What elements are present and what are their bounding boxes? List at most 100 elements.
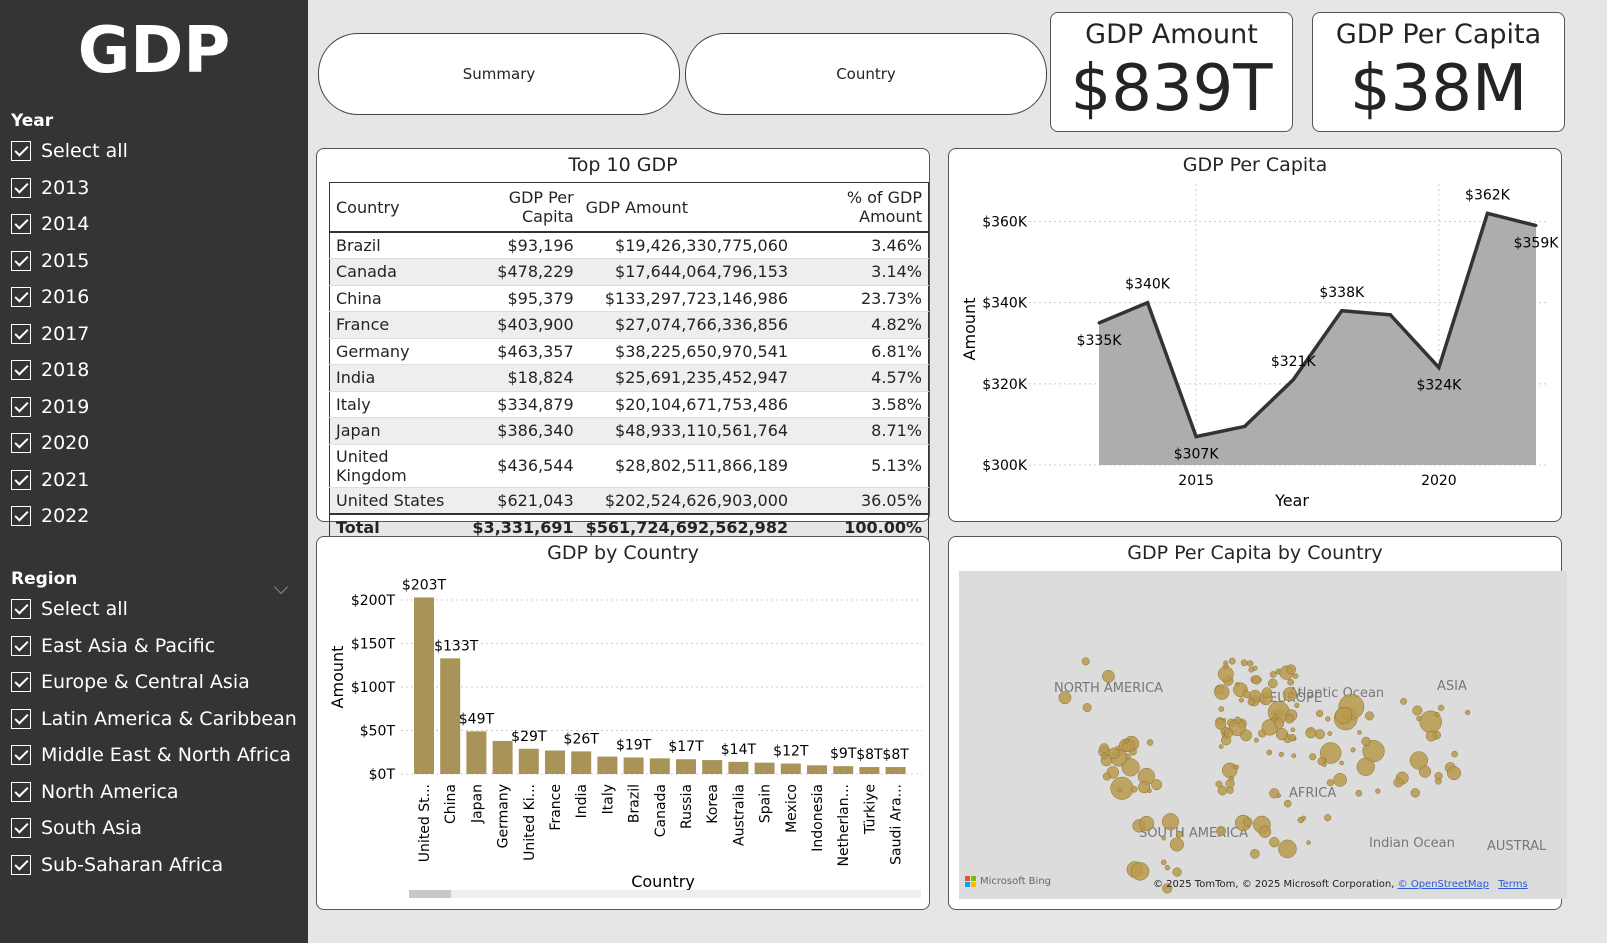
country-bubble[interactable] — [1240, 659, 1248, 667]
country-bubble[interactable] — [1221, 762, 1238, 779]
checkbox-checked-icon[interactable] — [11, 214, 31, 235]
slicer-item[interactable]: 2013 — [11, 170, 128, 207]
country-bubble[interactable] — [1416, 716, 1422, 722]
country-bubble[interactable] — [1301, 815, 1307, 821]
country-bubble[interactable] — [1250, 849, 1260, 859]
country-bubble[interactable] — [1228, 657, 1236, 665]
country-bubble[interactable] — [1267, 678, 1278, 689]
country-bubble[interactable] — [1110, 776, 1134, 800]
slicer-item[interactable]: 2022 — [11, 498, 128, 535]
checkbox-checked-icon[interactable] — [11, 745, 31, 766]
country-bubble[interactable] — [1278, 751, 1284, 758]
country-bubble[interactable] — [1234, 716, 1242, 724]
country-bubble[interactable] — [1124, 753, 1132, 760]
country-bubble[interactable] — [1306, 840, 1311, 845]
country-bubble[interactable] — [1258, 825, 1272, 838]
country-bubble[interactable] — [1282, 687, 1298, 702]
country-bubble[interactable] — [1151, 779, 1163, 791]
country-bubble[interactable] — [1138, 815, 1155, 832]
slicer-item[interactable]: 2020 — [11, 425, 128, 462]
country-bubble[interactable] — [1217, 785, 1228, 796]
country-bubble[interactable] — [1333, 773, 1347, 787]
country-bubble[interactable] — [1412, 705, 1423, 716]
slicer-item[interactable]: 2019 — [11, 389, 128, 426]
table-row[interactable]: France $403,900 $27,074,766,336,856 4.82% — [329, 311, 929, 339]
country-bubble[interactable] — [1273, 714, 1278, 720]
country-bubble[interactable] — [1410, 788, 1420, 798]
country-bubble[interactable] — [1284, 714, 1295, 724]
slicer-item[interactable]: 2018 — [11, 352, 128, 389]
country-bubble[interactable] — [1355, 789, 1363, 797]
country-bubble[interactable] — [1172, 867, 1182, 877]
col-header[interactable]: GDP Amount — [579, 182, 795, 233]
col-header[interactable]: Country — [329, 182, 453, 233]
country-bubble[interactable] — [1434, 711, 1440, 717]
country-bubble[interactable] — [1285, 664, 1297, 675]
table-row[interactable]: India $18,824 $25,691,235,452,947 4.57% — [329, 364, 929, 392]
country-bubble[interactable] — [1375, 788, 1381, 794]
country-bubble[interactable] — [1425, 730, 1437, 742]
checkbox-checked-icon[interactable] — [11, 818, 31, 839]
checkbox-checked-icon[interactable] — [11, 323, 31, 344]
country-bubble[interactable] — [1464, 709, 1471, 716]
country-bubble[interactable] — [1121, 758, 1140, 777]
checkbox-checked-icon[interactable] — [11, 708, 31, 729]
country-bubble[interactable] — [1314, 729, 1325, 740]
checkbox-checked-icon[interactable] — [11, 469, 31, 490]
checkbox-checked-icon[interactable] — [11, 672, 31, 693]
checkbox-checked-icon[interactable] — [11, 396, 31, 417]
country-bubble[interactable] — [1161, 813, 1179, 831]
country-bubble[interactable] — [1292, 673, 1299, 679]
table-row[interactable]: Germany $463,357 $38,225,650,970,541 6.81% — [329, 338, 929, 365]
slicer-item[interactable]: Middle East & North Africa — [11, 737, 297, 774]
country-bubble[interactable] — [1246, 660, 1254, 667]
slicer-item[interactable]: Select all — [11, 133, 128, 170]
table-row[interactable]: Brazil $93,196 $19,426,330,775,060 3.46% — [329, 232, 929, 259]
country-bubble[interactable] — [1278, 839, 1297, 859]
country-bubble[interactable] — [1248, 666, 1255, 673]
checkbox-checked-icon[interactable] — [11, 506, 31, 527]
country-bubble[interactable] — [1266, 749, 1273, 756]
country-bubble[interactable] — [1290, 727, 1296, 733]
country-bubble[interactable] — [1324, 814, 1332, 822]
country-bubble[interactable] — [1226, 786, 1234, 794]
country-bubble[interactable] — [1082, 703, 1092, 713]
table-row[interactable]: United States $621,043 $202,524,626,903,00… — [329, 487, 929, 514]
country-bubble[interactable] — [1252, 675, 1262, 685]
country-bubble[interactable] — [1117, 787, 1123, 793]
country-bubble[interactable] — [1234, 764, 1240, 770]
slicer-item[interactable]: 2017 — [11, 316, 128, 353]
country-bubble[interactable] — [1309, 753, 1317, 761]
table-row[interactable]: United Kingdom $436,544 $28,802,511,866,18… — [329, 444, 929, 488]
country-bubble[interactable] — [1253, 737, 1259, 743]
country-bubble[interactable] — [1325, 716, 1331, 722]
country-bubble[interactable] — [1218, 706, 1225, 712]
slicer-item[interactable]: 2021 — [11, 462, 128, 499]
country-bubble[interactable] — [1418, 765, 1432, 778]
country-bubble[interactable] — [1393, 777, 1404, 788]
country-bubble[interactable] — [1273, 718, 1285, 729]
country-bubble[interactable] — [1316, 709, 1324, 718]
scrollbar-thumb[interactable] — [409, 890, 451, 898]
country-bubble[interactable] — [1058, 691, 1072, 705]
terms-link[interactable]: Terms — [1498, 879, 1527, 890]
country-bubble[interactable] — [1130, 862, 1150, 881]
country-bubble[interactable] — [1438, 704, 1445, 711]
checkbox-checked-icon[interactable] — [11, 599, 31, 620]
country-bubble[interactable] — [1305, 727, 1317, 739]
country-bubble[interactable] — [1124, 738, 1129, 744]
osm-link[interactable]: © OpenStreetMap — [1398, 879, 1489, 890]
country-bubble[interactable] — [1130, 785, 1138, 793]
country-bubble[interactable] — [1335, 706, 1353, 725]
country-bubble[interactable] — [1102, 669, 1115, 683]
country-bubble[interactable] — [1175, 830, 1183, 838]
country-bubble[interactable] — [1146, 739, 1154, 746]
country-bubble[interactable] — [1275, 728, 1289, 741]
country-bubble[interactable] — [1284, 799, 1292, 808]
country-bubble[interactable] — [1322, 762, 1327, 767]
checkbox-checked-icon[interactable] — [11, 635, 31, 656]
slicer-item[interactable]: Europe & Central Asia — [11, 664, 297, 701]
slicer-item[interactable]: Select all — [11, 591, 297, 628]
checkbox-checked-icon[interactable] — [11, 854, 31, 875]
country-bubble[interactable] — [1102, 772, 1111, 781]
